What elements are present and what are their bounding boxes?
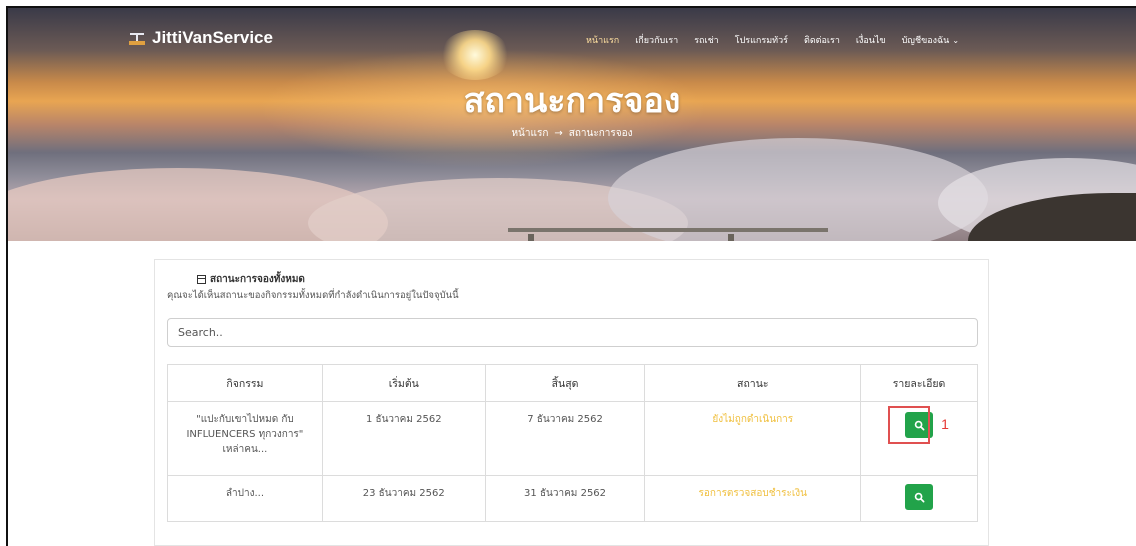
breadcrumb: หน้าแรก → สถานะการจอง: [8, 126, 1136, 141]
header-end: สิ้นสุด: [484, 364, 646, 402]
header-detail: รายละเอียด: [860, 364, 978, 402]
nav-item-about[interactable]: เกี่ยวกับเรา: [635, 33, 678, 47]
nav-item-tours[interactable]: โปรแกรมทัวร์: [735, 33, 788, 47]
table-header-row: กิจกรรม เริ่มต้น สิ้นสุด สถานะ รายละเอีย…: [167, 364, 978, 402]
brand-name: JittiVanService: [152, 28, 273, 47]
header-activity: กิจกรรม: [167, 364, 323, 402]
cell-detail: [860, 475, 978, 522]
booking-table: กิจกรรม เริ่มต้น สิ้นสุด สถานะ รายละเอีย…: [167, 364, 978, 522]
cell-status: ยังไม่ถูกดำเนินการ: [644, 401, 862, 476]
brand-logo[interactable]: JittiVanService: [128, 28, 273, 48]
nav-item-contact[interactable]: ติดต่อเรา: [804, 33, 840, 47]
railing-image: [508, 228, 828, 232]
arrow-right-icon: →: [554, 128, 563, 139]
cell-start: 1 ธันวาคม 2562: [321, 401, 486, 476]
frame-border-top: [6, 6, 1136, 8]
view-details-button[interactable]: [905, 484, 934, 510]
annotation-marker: 1: [941, 416, 949, 432]
nav-item-rental[interactable]: รถเช่า: [694, 33, 719, 47]
cell-start: 23 ธันวาคม 2562: [321, 475, 486, 522]
nav-item-home[interactable]: หน้าแรก: [586, 33, 619, 47]
search-input[interactable]: [167, 318, 978, 347]
card-subtitle: คุณจะได้เห็นสถานะของกิจกรรมทั้งหมดที่กำล…: [167, 290, 459, 301]
cell-status: รอการตรวจสอบชำระเงิน: [644, 475, 862, 522]
nav-item-terms[interactable]: เงื่อนไข: [856, 33, 886, 47]
search-icon: [914, 492, 924, 502]
frame-border-left: [6, 8, 8, 546]
calendar-icon: [197, 275, 206, 284]
table-row: "แปะกับเขาไปหมด กับ INFLUENCERS ทุกวงการ…: [167, 401, 978, 476]
highlight-box: [888, 406, 931, 444]
header-start: เริ่มต้น: [321, 364, 486, 402]
cell-end: 7 ธันวาคม 2562: [484, 401, 646, 476]
cell-activity: "แปะกับเขาไปหมด กับ INFLUENCERS ทุกวงการ…: [167, 401, 323, 476]
card-title: สถานะการจองทั้งหมด: [197, 272, 305, 287]
card-title-text: สถานะการจองทั้งหมด: [210, 274, 305, 285]
nav-item-account[interactable]: บัญชีของฉัน ⌄: [902, 33, 959, 47]
cell-activity: ลำปาง...: [167, 475, 323, 522]
page-title: สถานะการจอง: [463, 81, 681, 121]
chevron-down-icon: ⌄: [952, 36, 960, 45]
hero-banner: JittiVanService หน้าแรก เกี่ยวกับเรา รถเ…: [8, 8, 1136, 241]
breadcrumb-current: สถานะการจอง: [568, 128, 633, 139]
booking-status-card: สถานะการจองทั้งหมด คุณจะได้เห็นสถานะของก…: [154, 259, 989, 546]
cell-end: 31 ธันวาคม 2562: [484, 475, 646, 522]
main-nav: หน้าแรก เกี่ยวกับเรา รถเช่า โปรแกรมทัวร์…: [586, 33, 959, 47]
header-status: สถานะ: [644, 364, 862, 402]
van-logo-icon: [128, 30, 146, 46]
breadcrumb-home[interactable]: หน้าแรก: [511, 128, 548, 139]
table-row: ลำปาง... 23 ธันวาคม 2562 31 ธันวาคม 2562…: [167, 475, 978, 522]
cell-detail: 1: [860, 401, 978, 476]
